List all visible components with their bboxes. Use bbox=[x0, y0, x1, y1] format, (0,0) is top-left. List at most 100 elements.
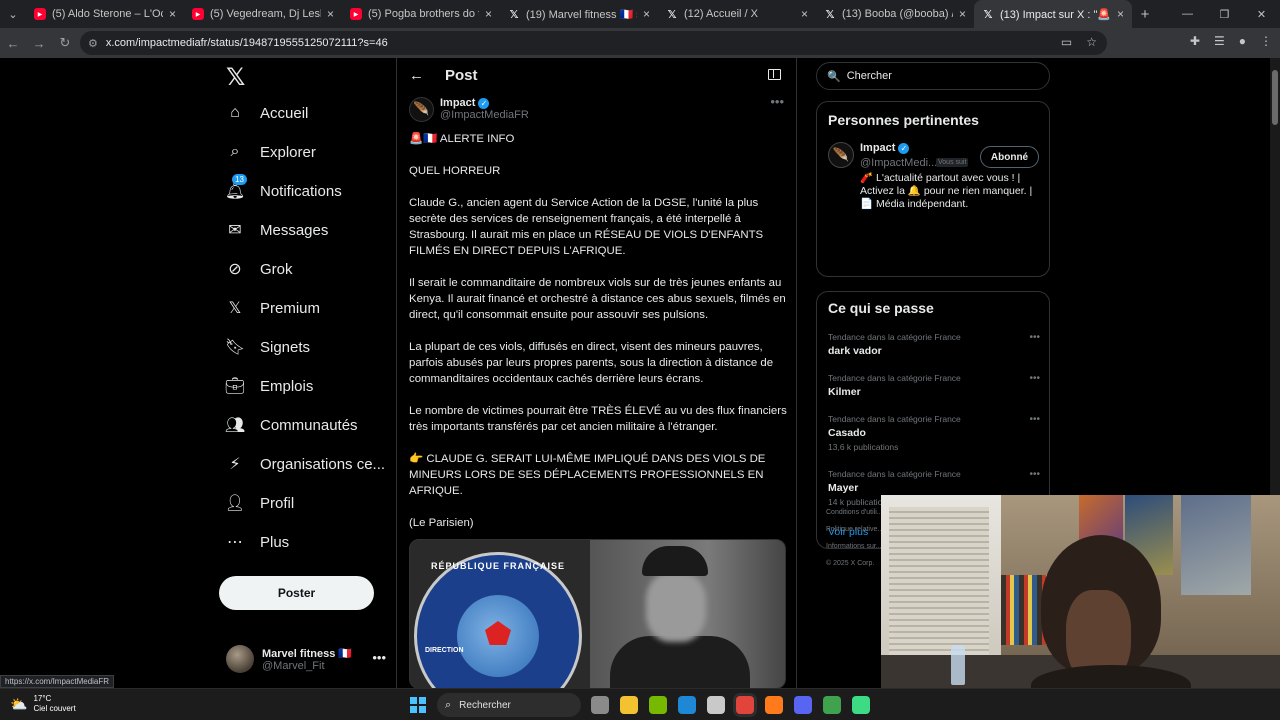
trend-item[interactable]: Tendance dans la catégorie France Casado 1… bbox=[828, 414, 1040, 452]
trend-category: Tendance dans la catégorie France bbox=[828, 469, 961, 479]
nav-item-profil[interactable]: 👤︎ Profil bbox=[225, 488, 294, 518]
post-more-icon[interactable]: ••• bbox=[770, 94, 784, 109]
x-logo-icon[interactable]: 𝕏 bbox=[226, 66, 250, 90]
footer-link[interactable]: Politique relative... bbox=[826, 521, 883, 538]
more-dots-icon[interactable]: ••• bbox=[372, 650, 386, 665]
nvidia-icon[interactable] bbox=[649, 696, 667, 714]
webcam-overlay bbox=[881, 495, 1280, 688]
seal-text: RÉPUBLIQUE FRANÇAISE bbox=[430, 561, 565, 571]
profile-avatar-icon[interactable]: ● bbox=[1239, 34, 1246, 48]
site-info-icon[interactable]: ⚙ bbox=[88, 37, 98, 50]
browser-tab[interactable]: 𝕏 (12) Accueil / X × bbox=[658, 0, 816, 28]
browser-tab[interactable]: 𝕏 (13) Booba (@booba) / X × bbox=[816, 0, 974, 28]
back-arrow-icon[interactable]: ← bbox=[409, 67, 424, 84]
avatar[interactable]: 🪶 bbox=[828, 142, 854, 168]
nav-item-communautés[interactable]: 👥︎ Communautés bbox=[225, 410, 358, 440]
browser-tab[interactable]: ▶ (5) Aldo Sterone – L'Occident q × bbox=[26, 0, 184, 28]
trend-name: Mayer bbox=[828, 482, 859, 494]
browser-tab[interactable]: ▶ (5) Pogba brothers do the 'Pog × bbox=[342, 0, 500, 28]
taskbar-search-label: Rechercher bbox=[459, 699, 511, 711]
post-author[interactable]: 🪶 Impact ✓ @ImpactMediaFR bbox=[409, 94, 529, 124]
account-name: Marvel fitness 🇫🇷 bbox=[262, 647, 353, 660]
nav-item-premium[interactable]: 𝕏 Premium bbox=[226, 293, 320, 323]
reload-icon[interactable]: ↻ bbox=[52, 35, 78, 51]
nav-item-explorer[interactable]: ⌕ Explorer bbox=[226, 137, 316, 167]
android-studio-icon[interactable] bbox=[852, 696, 870, 714]
post-button[interactable]: Poster bbox=[219, 576, 374, 610]
trend-item[interactable]: Tendance dans la catégorie France dark va… bbox=[828, 332, 1040, 357]
footer-link[interactable]: Conditions d'utili... bbox=[826, 504, 883, 521]
post-paragraph: Il serait le commanditaire de nombreux v… bbox=[409, 277, 786, 321]
cast-icon[interactable]: ▭ bbox=[1061, 35, 1072, 49]
x-icon: 𝕏 bbox=[825, 8, 835, 21]
main-column: ← Post 🪶 Impact ✓ @ImpactMediaFR ••• 🚨🇫🇷 … bbox=[396, 58, 797, 688]
discord-icon[interactable] bbox=[794, 696, 812, 714]
nav-item-plus[interactable]: ⋯ Plus bbox=[226, 527, 289, 557]
close-tab-icon[interactable]: × bbox=[801, 7, 808, 21]
task-view-icon[interactable] bbox=[591, 696, 609, 714]
close-tab-icon[interactable]: × bbox=[327, 7, 334, 21]
trend-more-icon[interactable]: ••• bbox=[1029, 414, 1040, 425]
address-bar[interactable]: ⚙ x.com/impactmediafr/status/19487195551… bbox=[80, 31, 1107, 55]
nav-item-emplois[interactable]: 💼︎ Emplois bbox=[225, 371, 314, 401]
account-switcher[interactable]: Marvel fitness 🇫🇷 @Marvel_Fit ••• bbox=[226, 644, 386, 674]
search-input[interactable]: 🔍 Chercher bbox=[816, 62, 1050, 90]
close-tab-icon[interactable]: × bbox=[169, 7, 176, 21]
new-tab-button[interactable]: + bbox=[1132, 6, 1158, 23]
tab-search-icon[interactable]: ⌄ bbox=[0, 0, 26, 28]
close-tab-icon[interactable]: × bbox=[959, 7, 966, 21]
trend-more-icon[interactable]: ••• bbox=[1029, 332, 1040, 343]
nav-item-notifications[interactable]: 🔔︎ 13 Notifications bbox=[225, 174, 342, 206]
following-button[interactable]: Abonné bbox=[980, 146, 1039, 168]
nav-item-organisations-ce[interactable]: ⚡︎ Organisations ce... bbox=[226, 449, 385, 479]
forward-icon[interactable]: → bbox=[26, 36, 52, 51]
browser-tab[interactable]: ▶ (5) Vegedream, Dj Leska - La Fu × bbox=[184, 0, 342, 28]
nav-label: Communautés bbox=[260, 416, 358, 434]
nav-item-grok[interactable]: ⊘ Grok bbox=[226, 254, 292, 284]
maximize-icon[interactable]: ❐ bbox=[1206, 8, 1243, 21]
relevant-name[interactable]: Impact bbox=[860, 142, 895, 154]
trend-item[interactable]: Tendance dans la catégorie France Kilmer •… bbox=[828, 373, 1040, 398]
footer-link[interactable]: Informations sur... bbox=[826, 538, 883, 555]
relevant-bio: 🧨 L'actualité partout avec vous ! | Acti… bbox=[860, 172, 1033, 210]
close-tab-icon[interactable]: × bbox=[1117, 7, 1124, 21]
extensions-icon[interactable]: ✚ bbox=[1190, 34, 1200, 48]
close-window-icon[interactable]: ✕ bbox=[1243, 8, 1280, 21]
back-icon[interactable]: ← bbox=[0, 36, 26, 51]
post-image[interactable]: RÉPUBLIQUE FRANÇAISE DIRECTION bbox=[409, 539, 786, 688]
app-icon[interactable] bbox=[823, 696, 841, 714]
trend-more-icon[interactable]: ••• bbox=[1029, 373, 1040, 384]
nav-item-accueil[interactable]: ⌂ Accueil bbox=[226, 98, 308, 128]
bookmark-star-icon[interactable]: ☆ bbox=[1086, 35, 1097, 49]
search-icon: 🔍 bbox=[827, 70, 841, 83]
bookmark-icon: 🔖︎ bbox=[224, 339, 246, 356]
reader-mode-icon[interactable] bbox=[768, 69, 781, 80]
firefox-icon[interactable] bbox=[765, 696, 783, 714]
trends-title: Ce qui se passe bbox=[828, 300, 934, 316]
edge-icon[interactable] bbox=[678, 696, 696, 714]
footer-link[interactable]: © 2025 X Corp. bbox=[826, 555, 883, 572]
weather-widget[interactable]: ⛅ 17°C Ciel couvert bbox=[10, 694, 76, 714]
trend-category: Tendance dans la catégorie France bbox=[828, 414, 961, 424]
nav-item-signets[interactable]: 🔖︎ Signets bbox=[224, 332, 311, 362]
youtube-icon: ▶ bbox=[192, 8, 204, 20]
close-tab-icon[interactable]: × bbox=[485, 7, 492, 21]
close-tab-icon[interactable]: × bbox=[643, 7, 650, 21]
minimize-icon[interactable]: — bbox=[1169, 8, 1206, 20]
chrome-icon[interactable] bbox=[736, 696, 754, 714]
trend-name: Casado bbox=[828, 427, 866, 439]
nav-item-messages[interactable]: ✉ Messages bbox=[226, 215, 328, 245]
windows-start-icon[interactable] bbox=[410, 697, 426, 713]
taskbar-search[interactable]: ⌕ Rechercher bbox=[437, 693, 581, 717]
trend-more-icon[interactable]: ••• bbox=[1029, 469, 1040, 480]
author-avatar[interactable]: 🪶 bbox=[409, 96, 434, 122]
search-icon: ⌕ bbox=[230, 143, 240, 160]
browser-tab[interactable]: 𝕏 (13) Impact sur X : "🚨🇫🇷 ALERT × bbox=[974, 0, 1132, 28]
store-icon[interactable] bbox=[707, 696, 725, 714]
reading-list-icon[interactable]: ☰ bbox=[1214, 34, 1225, 48]
browser-menu-icon[interactable]: ⋮ bbox=[1260, 34, 1272, 48]
browser-tab[interactable]: 𝕏 (19) Marvel fitness 🇫🇷 sur X : "L × bbox=[500, 0, 658, 28]
page-title: Post bbox=[445, 67, 478, 84]
nav-label: Signets bbox=[260, 338, 311, 356]
file-explorer-icon[interactable] bbox=[620, 696, 638, 714]
